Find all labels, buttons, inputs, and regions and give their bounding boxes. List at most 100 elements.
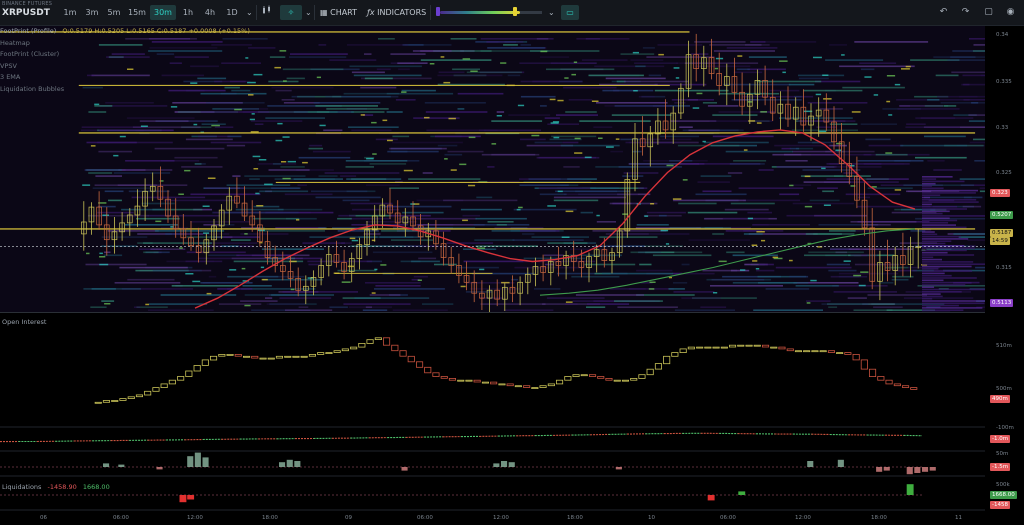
- heatmap-cell: [706, 278, 771, 281]
- legend-item[interactable]: VPSV: [0, 61, 250, 73]
- timeframe-30m[interactable]: 30m: [150, 5, 176, 20]
- volume-profile-bar: [922, 185, 932, 187]
- chevron-down-icon[interactable]: ⌄: [246, 5, 253, 20]
- heatmap-cell: [688, 239, 751, 241]
- heatmap-cell: [429, 63, 435, 65]
- heatmap-cell: [124, 224, 178, 226]
- volume-profile-bar: [922, 201, 979, 203]
- legend-item[interactable]: Liquidation Bubbles: [0, 84, 250, 96]
- heatmap-cell: [251, 113, 255, 115]
- heatmap-cell: [620, 53, 655, 55]
- heatmap-cell: [375, 285, 421, 287]
- heatmap-cell: [404, 44, 452, 46]
- vpsv-bar: [294, 461, 301, 467]
- heatmap-cell: [605, 77, 666, 80]
- heatmap-cell: [795, 285, 839, 287]
- slider-handle-max[interactable]: [513, 7, 517, 16]
- heatmap-cell: [425, 111, 488, 113]
- heatmap-cell: [692, 107, 700, 109]
- heatmap-cell: [540, 50, 548, 53]
- heatmap-cell: [638, 187, 648, 189]
- heatmap-cell: [630, 251, 703, 254]
- heatmap-cell: [673, 67, 680, 69]
- price-badge-last: 0.5187: [990, 229, 1014, 237]
- undo-icon[interactable]: ↶: [936, 5, 951, 20]
- heatmap-cell: [241, 267, 246, 270]
- heatmap-cell: [119, 266, 188, 269]
- heatmap-cell: [309, 144, 323, 147]
- drawing-tool-icon[interactable]: ✧: [280, 5, 302, 20]
- camera-view-icon[interactable]: ▭: [561, 5, 579, 20]
- oi-background: [0, 314, 985, 512]
- volume-profile-bar: [922, 304, 959, 307]
- legend-item[interactable]: FootPrint (Profile) O:0.5179 H:0.5205 L:…: [0, 26, 250, 38]
- heatmap-cell: [282, 291, 358, 293]
- vpsv-bar: [187, 456, 194, 467]
- volume-profile-bar: [922, 182, 936, 185]
- timeframe-4h[interactable]: 4h: [200, 5, 220, 20]
- symbol-selector[interactable]: BINANCE FUTURES XRPUSDT: [2, 2, 52, 18]
- heatmap-cell: [508, 114, 551, 116]
- volume-profile-bar: [922, 189, 978, 192]
- time-tick: 12:00: [187, 515, 203, 521]
- heatmap-cell: [518, 206, 523, 209]
- heatmap-cell: [519, 138, 546, 141]
- volume-profile-bar: [922, 205, 958, 208]
- open-interest-chart[interactable]: [0, 314, 985, 512]
- divider: [314, 5, 315, 20]
- chevron-down-icon[interactable]: ⌄: [548, 5, 555, 20]
- timeframe-1m[interactable]: 1m: [60, 5, 80, 20]
- heatmap-cell: [126, 117, 195, 119]
- volume-profile-bar: [922, 178, 937, 180]
- heatmap-cell: [743, 199, 801, 202]
- candles-icon[interactable]: [262, 5, 274, 20]
- legend-item[interactable]: Heatmap: [0, 38, 250, 50]
- heatmap-cell: [756, 80, 822, 83]
- heatmap-cell: [315, 105, 378, 107]
- heatmap-cell: [751, 244, 758, 246]
- open-interest-label[interactable]: Open Interest: [2, 318, 46, 326]
- heatmap-cell: [364, 77, 393, 80]
- redo-icon[interactable]: ↷: [958, 5, 973, 20]
- heatmap-cell: [264, 183, 273, 186]
- heatmap-cell: [700, 306, 727, 308]
- vpsv-bar: [883, 467, 890, 471]
- slider-handle-min[interactable]: [436, 7, 440, 16]
- legend-item[interactable]: 3 EMA: [0, 72, 250, 84]
- indicators-button[interactable]: ƒx INDICATORS: [367, 5, 426, 20]
- heatmap-cell: [726, 251, 745, 254]
- heatmap-cell: [905, 126, 960, 128]
- legend-item-label: FootPrint (Profile): [0, 27, 57, 35]
- heatmap-cell: [694, 41, 746, 43]
- timeframe-3m[interactable]: 3m: [82, 5, 102, 20]
- volume-profile-bar: [922, 238, 969, 240]
- heatmap-cell: [412, 50, 452, 52]
- fullscreen-icon[interactable]: ▢: [981, 5, 996, 20]
- legend-item[interactable]: FootPrint (Cluster): [0, 49, 250, 61]
- heatmap-cell: [86, 252, 90, 255]
- time-tick: 18:00: [871, 515, 887, 521]
- timeframe-1h[interactable]: 1h: [179, 5, 197, 20]
- chevron-down-icon[interactable]: ⌄: [305, 5, 312, 20]
- chart-button[interactable]: ▦ CHART: [320, 5, 357, 20]
- heatmap-cell: [565, 303, 578, 305]
- heatmap-cell: [797, 141, 834, 144]
- liquidations-legend[interactable]: Liquidations -1458.90 1668.00: [2, 483, 110, 491]
- camera-icon[interactable]: ◉: [1003, 5, 1018, 20]
- function-icon: ƒx: [367, 8, 375, 17]
- heatmap-cell: [657, 44, 703, 46]
- heatmap-cell: [672, 198, 682, 200]
- heatmap-cell: [360, 114, 365, 116]
- heatmap-contrast-slider[interactable]: [436, 7, 546, 16]
- timeframe-5m[interactable]: 5m: [104, 5, 124, 20]
- heatmap-cell: [272, 163, 282, 165]
- timeframe-15m[interactable]: 15m: [126, 5, 148, 20]
- heatmap-cell: [538, 187, 591, 189]
- volume-profile-bar: [922, 256, 934, 259]
- heatmap-cell: [642, 47, 655, 49]
- heatmap-cell: [185, 273, 194, 275]
- timeframe-1D[interactable]: 1D: [222, 5, 242, 20]
- heatmap-cell: [546, 68, 615, 71]
- heatmap-cell: [873, 94, 879, 96]
- heatmap-cell: [707, 105, 739, 107]
